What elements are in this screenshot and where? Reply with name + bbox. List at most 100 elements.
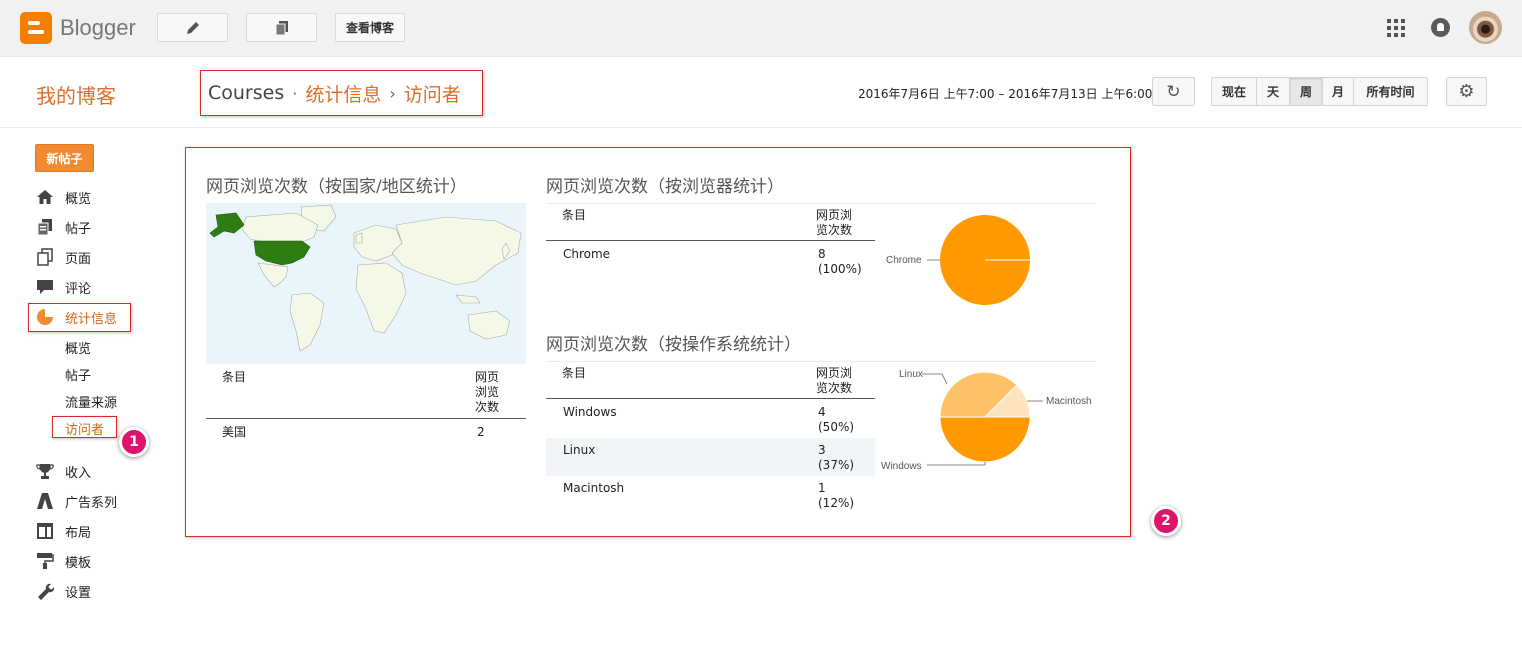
country-table-header-line xyxy=(206,418,526,419)
blog-name[interactable]: 我的博客 xyxy=(36,80,116,109)
layout-icon xyxy=(36,522,54,540)
gear-icon: ⚙ xyxy=(1458,81,1475,102)
sidebar-item-pages[interactable]: 页面 xyxy=(36,247,91,267)
apps-grid-icon[interactable] xyxy=(1387,19,1405,37)
settings-button[interactable]: ⚙ xyxy=(1446,77,1487,106)
range-day-button[interactable]: 天 xyxy=(1257,78,1290,105)
paint-roller-icon xyxy=(36,552,54,570)
new-post-top-button[interactable] xyxy=(157,13,228,42)
sidebar-item-overview[interactable]: 概览 xyxy=(36,187,91,207)
sidebar-item-stats[interactable]: 统计信息 xyxy=(36,307,117,327)
range-month-button[interactable]: 月 xyxy=(1323,78,1354,105)
os-section-title: 网页浏览次数（按操作系统统计） xyxy=(546,335,801,355)
range-week-button[interactable]: 周 xyxy=(1290,78,1323,105)
pages-icon xyxy=(275,20,288,35)
os-pie-chart[interactable]: Windows Linux Macintosh xyxy=(875,362,1096,474)
os-row-count: 4 xyxy=(818,405,826,419)
breadcrumb-page: 访问者 xyxy=(403,83,461,106)
os-row-pct: (12%) xyxy=(818,496,855,510)
sidebar-item-layout[interactable]: 布局 xyxy=(36,521,91,541)
browser-pie-chart[interactable]: Chrome xyxy=(875,205,1095,315)
sidebar-item-label: 设置 xyxy=(65,585,92,601)
country-row-views: 2 xyxy=(477,425,485,439)
os-col-views: 网页浏览次数 xyxy=(816,366,853,395)
comment-icon xyxy=(36,278,54,296)
adwords-icon xyxy=(36,492,54,510)
sidebar-item-label: 页面 xyxy=(65,251,92,267)
posts-icon xyxy=(36,218,54,236)
sidebar-item-label: 收入 xyxy=(65,465,92,481)
sidebar-item-label: 帖子 xyxy=(65,221,92,237)
sidebar-subitem-traffic-sources[interactable]: 流量来源 xyxy=(65,392,117,411)
country-section-title: 网页浏览次数（按国家/地区统计） xyxy=(206,177,467,197)
world-map-svg xyxy=(209,204,522,352)
breadcrumb-section[interactable]: 统计信息 xyxy=(305,80,381,107)
top-bar: Blogger 查看博客 xyxy=(0,0,1522,57)
breadcrumb-blog[interactable]: Courses xyxy=(208,82,284,104)
home-icon xyxy=(36,188,54,206)
os-row-name: Linux xyxy=(563,443,596,457)
refresh-button[interactable]: ↻ xyxy=(1152,77,1195,106)
os-row-name: Windows xyxy=(563,405,617,419)
pie-slice-windows[interactable] xyxy=(939,416,1031,463)
pencil-icon xyxy=(186,21,199,34)
date-range: 2016年7月6日 上午7:00 – 2016年7月13日 上午6:00 xyxy=(858,87,1153,101)
browser-section-title: 网页浏览次数（按浏览器统计） xyxy=(546,177,784,197)
sidebar-item-comments[interactable]: 评论 xyxy=(36,277,91,297)
browser-row-pct: (100%) xyxy=(818,262,862,276)
sidebar-subitem-visitors[interactable]: 访问者 xyxy=(65,419,104,438)
pie-label-windows: Windows xyxy=(881,461,922,472)
world-map[interactable] xyxy=(206,203,526,364)
breadcrumb-separator: › xyxy=(389,83,396,103)
browser-row-name: Chrome xyxy=(563,247,611,261)
browser-col-views: 网页浏览次数 xyxy=(816,208,853,237)
sidebar-item-label: 布局 xyxy=(65,525,92,541)
pie-label-linux: Linux xyxy=(899,369,923,380)
sidebar-item-label: 模板 xyxy=(65,555,92,571)
sidebar-item-label: 广告系列 xyxy=(65,495,118,511)
view-blog-button[interactable]: 查看博客 xyxy=(335,13,406,42)
pages-top-button[interactable] xyxy=(246,13,317,42)
breadcrumb-separator: · xyxy=(292,83,298,103)
sidebar-subitem-posts[interactable]: 帖子 xyxy=(65,365,91,384)
time-range-selector: 现在 天 周 月 所有时间 xyxy=(1211,77,1428,106)
browser-row-count: 8 xyxy=(818,247,826,261)
pie-leader-line xyxy=(927,462,986,466)
sidebar-item-settings[interactable]: 设置 xyxy=(36,581,91,601)
notification-icon[interactable] xyxy=(1431,18,1450,37)
new-post-button[interactable]: 新帖子 xyxy=(35,144,94,172)
range-all-time-button[interactable]: 所有时间 xyxy=(1354,78,1427,105)
sidebar-item-posts[interactable]: 帖子 xyxy=(36,217,91,237)
wrench-icon xyxy=(36,582,54,600)
os-row-count: 1 xyxy=(818,481,826,495)
range-now-button[interactable]: 现在 xyxy=(1212,78,1257,105)
browser-table-header-line xyxy=(546,240,875,241)
os-row-name: Macintosh xyxy=(563,481,625,495)
logo-text: Blogger xyxy=(60,15,136,40)
country-col-views: 网页浏览次数 xyxy=(475,370,500,414)
trophy-icon xyxy=(36,462,54,480)
sidebar-item-label: 统计信息 xyxy=(65,311,118,327)
sidebar-item-label: 概览 xyxy=(65,191,92,207)
blogger-logo[interactable]: Blogger xyxy=(20,12,136,44)
os-row-count: 3 xyxy=(818,443,826,457)
os-table-header-line xyxy=(546,398,875,399)
sidebar-item-campaigns[interactable]: 广告系列 xyxy=(36,491,117,511)
sidebar-item-label: 评论 xyxy=(65,281,92,297)
country-row-name: 美国 xyxy=(222,425,247,439)
country-col-entry: 条目 xyxy=(222,370,247,384)
avatar[interactable] xyxy=(1469,11,1502,44)
browser-top-line xyxy=(546,203,1096,204)
stats-pie-icon xyxy=(36,308,54,326)
os-row-pct: (50%) xyxy=(818,420,855,434)
page-header: 我的博客 Courses · 统计信息 › 访问者 2016年7月6日 上午7:… xyxy=(0,58,1522,128)
pie-leader-line xyxy=(922,373,948,385)
os-row-pct: (37%) xyxy=(818,458,855,472)
pie-label-macintosh: Macintosh xyxy=(1046,396,1092,407)
pie-label-chrome: Chrome xyxy=(886,255,922,266)
sidebar-item-earnings[interactable]: 收入 xyxy=(36,461,91,481)
sidebar-item-template[interactable]: 模板 xyxy=(36,551,91,571)
browser-col-entry: 条目 xyxy=(562,208,587,222)
sidebar-subitem-overview[interactable]: 概览 xyxy=(65,338,91,357)
blogger-logo-icon xyxy=(20,12,52,44)
